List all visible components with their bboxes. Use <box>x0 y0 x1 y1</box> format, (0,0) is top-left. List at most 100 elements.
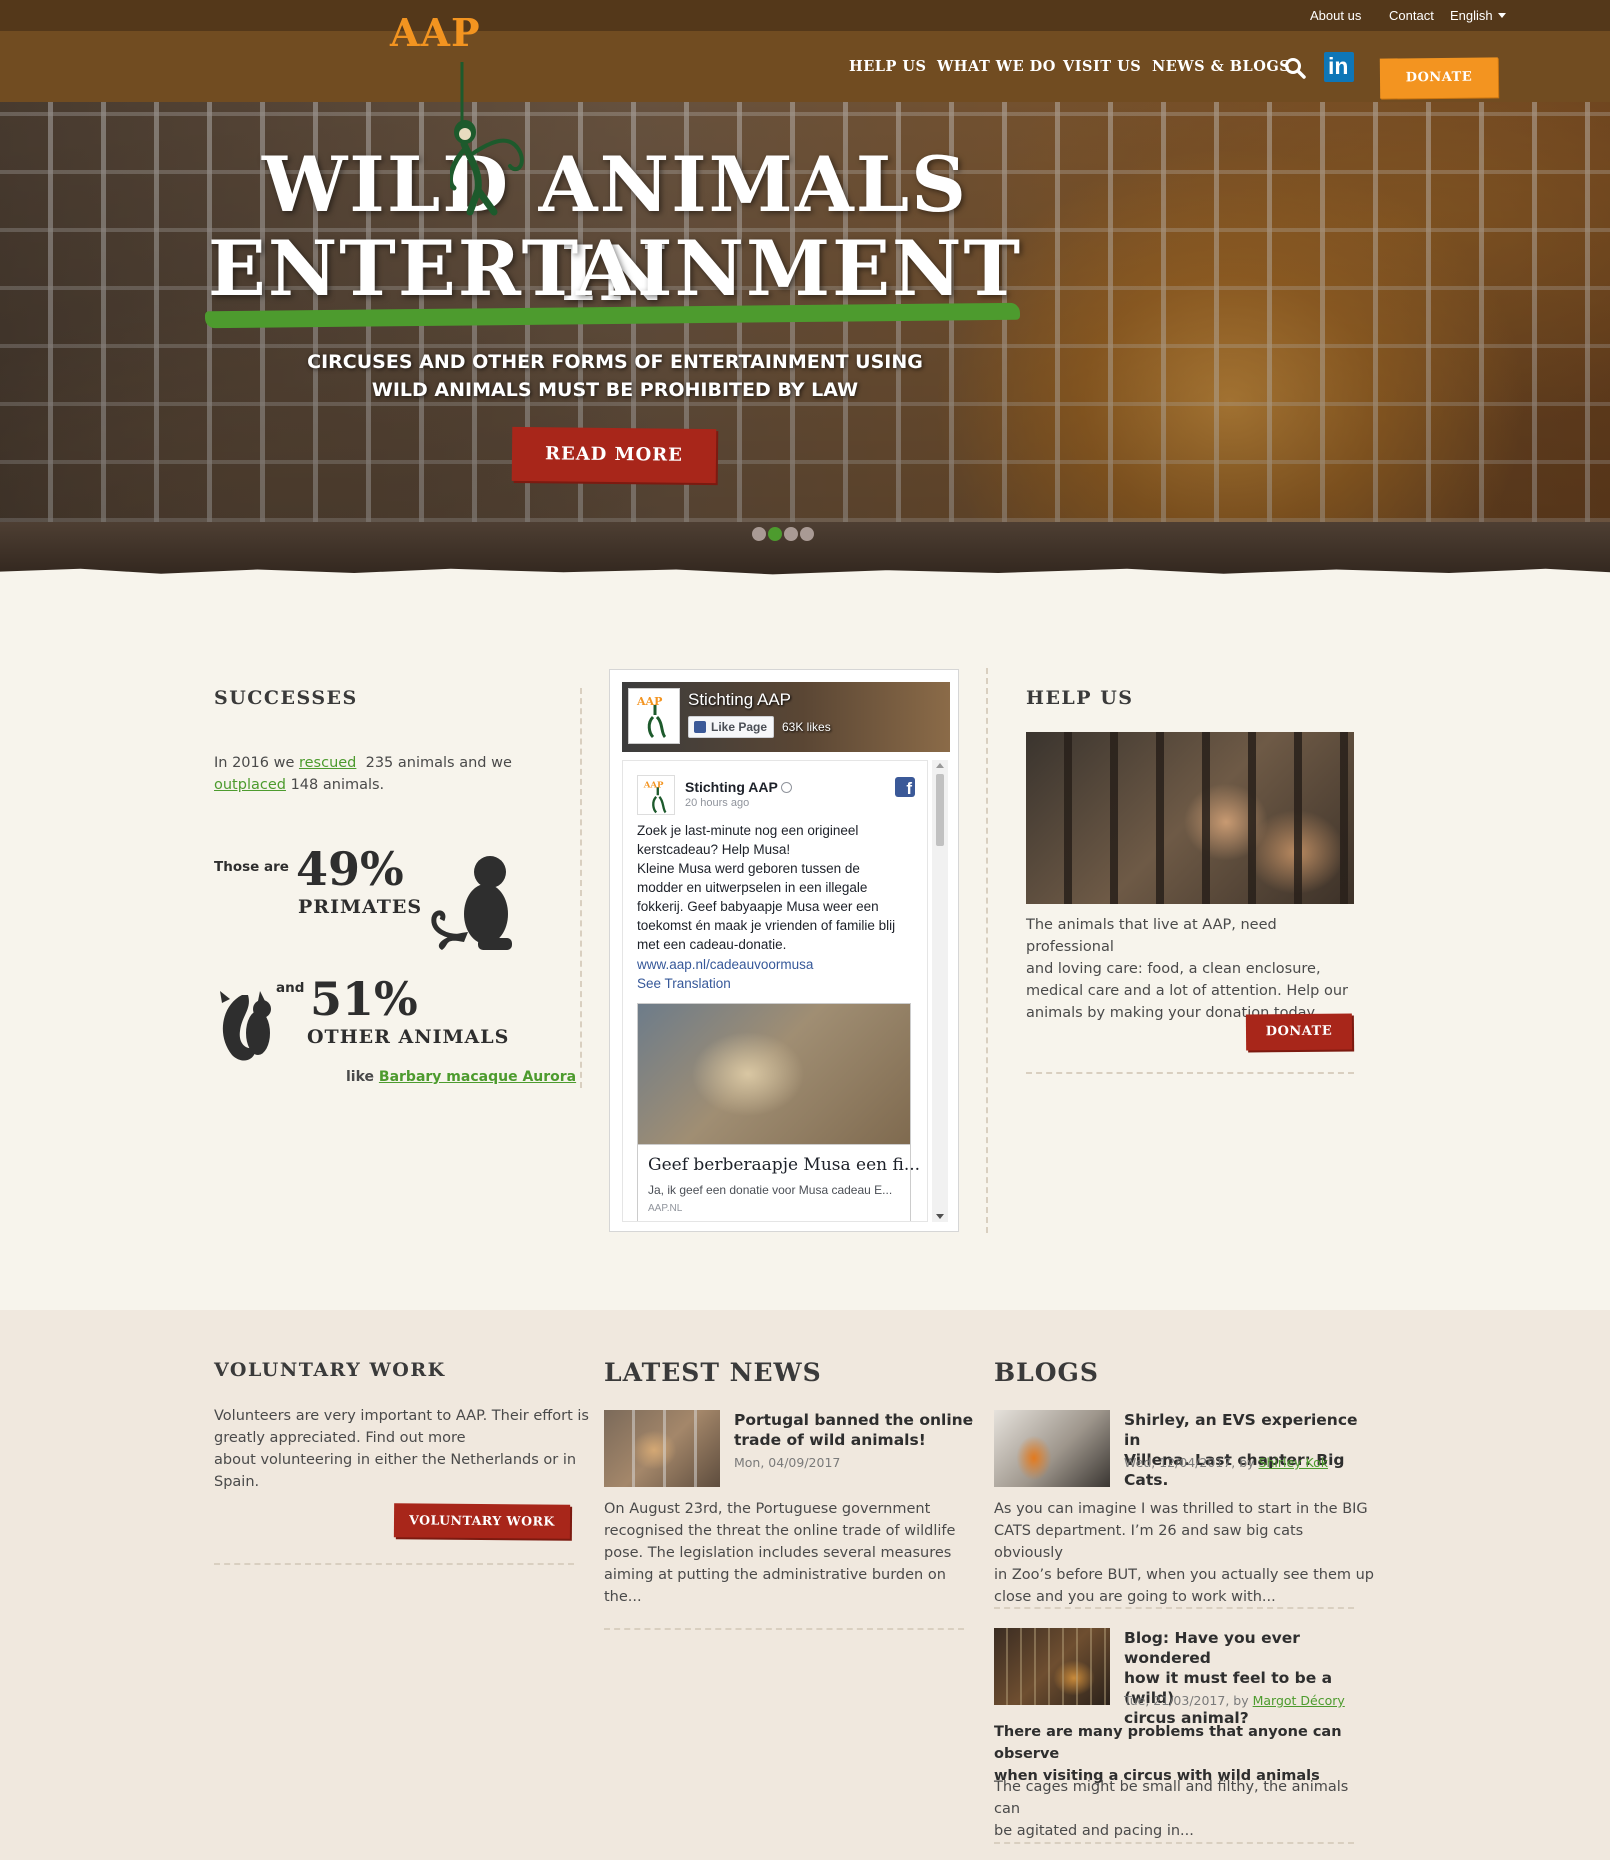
link-card-source: AAP.NL <box>648 1203 683 1214</box>
post-link-card[interactable]: Geef berberaapje Musa een fi... Ja, ik g… <box>637 1145 920 1221</box>
news-title-link[interactable]: Portugal banned the online trade of wild… <box>734 1410 974 1450</box>
nav-help-us[interactable]: HELP US <box>849 58 927 75</box>
facebook-page-avatar[interactable]: AAP <box>628 688 680 744</box>
news-title-line: trade of wild animals! <box>734 1431 926 1449</box>
facebook-f-icon: f <box>895 777 915 798</box>
read-more-button[interactable]: READ MORE <box>511 426 717 484</box>
news-date: Mon, 04/09/2017 <box>734 1455 841 1470</box>
facebook-like-button[interactable]: Like Page <box>688 716 774 738</box>
blog-thumbnail-1[interactable] <box>994 1410 1110 1487</box>
blog-title-link-1[interactable]: Shirley, an EVS experience in Villena. L… <box>1124 1410 1364 1490</box>
facebook-scrollbar[interactable] <box>932 760 948 1222</box>
blog-lead-line: There are many problems that anyone can … <box>994 1724 1342 1762</box>
logo[interactable]: AAP <box>390 10 481 55</box>
monkey-silhouette-icon <box>431 856 512 950</box>
carousel-dots <box>752 526 816 542</box>
help-us-photo <box>1026 732 1354 904</box>
blog-thumbnail-2[interactable] <box>994 1628 1110 1705</box>
post-line: Zoek je last-minute nog een origineel <box>637 823 859 838</box>
blog-line: in Zoo’s before BUT, when you actually s… <box>994 1567 1375 1583</box>
search-icon[interactable] <box>1284 57 1306 79</box>
nav-news-blogs[interactable]: NEWS & BLOGS <box>1152 58 1290 75</box>
column-divider <box>580 688 582 1088</box>
hero-subtitle: CIRCUSES AND OTHER FORMS OF ENTERTAINMEN… <box>307 351 923 401</box>
post-line: kerstcadeau? Help Musa! <box>637 842 791 857</box>
blog-title-line: Blog: Have you ever wondered <box>1124 1629 1300 1667</box>
photo-bars <box>604 1410 720 1487</box>
voluntary-work-button[interactable]: VOLUNTARY WORK <box>393 1503 571 1539</box>
blog-excerpt-2: The cages might be small and filthy, the… <box>994 1776 1374 1842</box>
post-text: Zoek je last-minute nog een origineel ke… <box>637 821 917 954</box>
language-selector[interactable]: English <box>1450 8 1506 23</box>
post-line: modder en uitwerpselen in een illegale <box>637 880 868 895</box>
help-line: medical care and a lot of attention. Hel… <box>1026 983 1349 999</box>
voluntary-line: greatly appreciated. Find out more <box>214 1430 466 1446</box>
post-timestamp[interactable]: 20 hours ago <box>685 797 749 809</box>
voluntary-text: Volunteers are very important to AAP. Th… <box>214 1405 594 1493</box>
scroll-down-icon[interactable] <box>936 1214 944 1219</box>
voluntary-work-heading: VOLUNTARY WORK <box>214 1359 446 1381</box>
photo-bars <box>1026 732 1354 904</box>
blog-excerpt-1: As you can imagine I was thrilled to sta… <box>994 1498 1374 1608</box>
news-line: the... <box>604 1589 642 1605</box>
facebook-widget[interactable]: AAP Stichting AAP Like Page 63K likes AA… <box>609 669 959 1232</box>
contact-link[interactable]: Contact <box>1389 8 1434 23</box>
other-animals-label: OTHER ANIMALS <box>307 1026 510 1048</box>
post-line: fokkerij. Geef babyaapje Musa weer een <box>637 899 879 914</box>
blog-title-link-2[interactable]: Blog: Have you ever wondered how it must… <box>1124 1628 1364 1728</box>
column-divider <box>986 668 988 1233</box>
carousel-dot-3[interactable] <box>784 527 798 541</box>
post-author-name[interactable]: Stichting AAP <box>685 779 793 795</box>
post-line: toekomst én maak je vrienden of familie … <box>637 918 896 933</box>
other-percentage: 51% <box>310 972 418 1026</box>
facebook-like-icon <box>694 721 706 733</box>
help-us-text: The animals that live at AAP, need profe… <box>1026 914 1366 1024</box>
blog-date-1: Wed, 12/04/2017, by <box>1124 1455 1255 1470</box>
about-us-link[interactable]: About us <box>1310 8 1361 23</box>
news-thumbnail[interactable] <box>604 1410 720 1487</box>
blog-line: close and you are going to work with... <box>994 1589 1276 1605</box>
carousel-dot-4[interactable] <box>800 527 814 541</box>
post-url-link[interactable]: www.aap.nl/cadeauvoormusa <box>637 957 813 972</box>
section-divider <box>994 1842 1354 1844</box>
blog-line: As you can imagine I was thrilled to sta… <box>994 1501 1368 1517</box>
facebook-likes-count: 63K likes <box>782 720 831 734</box>
help-donate-button[interactable]: DONATE <box>1245 1013 1353 1051</box>
successes-text: In 2016 we rescued 235 animals and we ou… <box>214 752 554 796</box>
blog-line: The cages might be small and filthy, the… <box>994 1779 1349 1817</box>
news-line: recognised the threat the online trade o… <box>604 1523 956 1539</box>
voluntary-line: about volunteering in either the Netherl… <box>214 1452 577 1468</box>
section-divider <box>604 1628 964 1630</box>
voluntary-line: Spain. <box>214 1474 260 1490</box>
news-line: aiming at putting the administrative bur… <box>604 1567 946 1583</box>
blog-meta-1: Wed, 12/04/2017, by Shirley Kok <box>1124 1455 1328 1470</box>
nav-visit-us[interactable]: VISIT US <box>1063 58 1141 75</box>
squirrel-silhouette-icon <box>220 991 271 1061</box>
nav-what-we-do[interactable]: WHAT WE DO <box>937 58 1056 75</box>
facebook-cover: AAP Stichting AAP Like Page 63K likes <box>622 682 950 752</box>
svg-text:AAP: AAP <box>636 695 662 708</box>
carousel-dot-1[interactable] <box>752 527 766 541</box>
blog-line: be agitated and pacing in... <box>994 1823 1194 1839</box>
donate-button[interactable]: DONATE <box>1379 57 1499 99</box>
blog-author-link-1[interactable]: Shirley Kok <box>1259 1455 1328 1470</box>
post-image[interactable] <box>637 1003 911 1145</box>
scrollbar-thumb[interactable] <box>936 774 944 846</box>
successes-text-post: 148 animals. <box>290 777 385 793</box>
carousel-dot-2[interactable] <box>768 527 782 541</box>
post-author-avatar[interactable]: AAP <box>637 775 675 815</box>
linkedin-icon[interactable]: in <box>1324 52 1354 82</box>
blog-author-link-2[interactable]: Margot Décory <box>1253 1693 1345 1708</box>
aap-mini-logo-icon: AAP <box>643 780 667 814</box>
outplaced-link[interactable]: outplaced <box>214 777 286 793</box>
see-translation-link[interactable]: See Translation <box>637 976 731 991</box>
post-line: Kleine Musa werd geboren tussen de <box>637 861 860 876</box>
help-line: and loving care: food, a clean enclosure… <box>1026 961 1321 977</box>
rescued-link[interactable]: rescued <box>299 755 356 771</box>
svg-text:AAP: AAP <box>643 780 664 790</box>
barbary-macaque-link[interactable]: Barbary macaque Aurora <box>379 1069 576 1085</box>
and-label: and <box>276 980 305 996</box>
voluntary-line: Volunteers are very important to AAP. Th… <box>214 1408 589 1424</box>
facebook-page-name[interactable]: Stichting AAP <box>688 690 791 710</box>
scroll-up-icon[interactable] <box>936 763 944 768</box>
